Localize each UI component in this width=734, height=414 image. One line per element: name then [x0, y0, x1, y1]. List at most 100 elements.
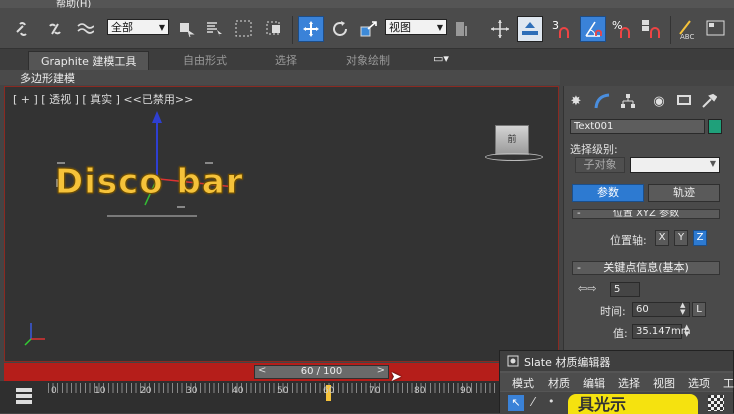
rollout-key-info[interactable]: - 关键点信息(基本)	[572, 261, 720, 275]
tab-object-paint[interactable]: 对象绘制	[346, 52, 390, 68]
tick-label: 90	[460, 386, 472, 396]
tick-label: 0	[51, 386, 57, 396]
object-color-swatch[interactable]	[708, 119, 722, 134]
selection-filter-value: 全部	[111, 21, 133, 34]
slate-menu-tools[interactable]: 工	[723, 375, 734, 391]
viewcube[interactable]: 前	[485, 117, 555, 161]
value-spinner[interactable]: ▲ ▼	[684, 324, 689, 338]
slate-menu-material[interactable]: 材质	[548, 375, 570, 391]
tick-label: 20	[140, 386, 152, 396]
motion-tab-icon[interactable]: ◉	[650, 92, 668, 110]
tab-polygon-modeling[interactable]: 多边形建模	[20, 70, 75, 86]
move-icon[interactable]	[298, 16, 324, 42]
time-spinner[interactable]: ▲ ▼	[680, 302, 685, 316]
rollout-collapse-icon: -	[577, 261, 581, 274]
sub-object-select[interactable]: ▼	[630, 157, 720, 173]
snap-3-icon[interactable]: 3	[550, 18, 572, 40]
tick-label: 60	[323, 386, 335, 396]
slate-menu-bar: 模式 材质 编辑 选择 视图 选项 工	[500, 373, 734, 391]
rotate-icon[interactable]	[329, 18, 351, 40]
display-tab-icon[interactable]	[675, 92, 693, 110]
svg-text:3: 3	[552, 19, 559, 32]
time-slider-value: 60 / 100	[300, 366, 343, 377]
utilities-tab-icon[interactable]	[700, 92, 718, 110]
slate-dot-icon[interactable]: •	[548, 395, 555, 408]
key-index-field[interactable]: 5	[610, 282, 640, 297]
slate-menu-edit[interactable]: 编辑	[583, 375, 605, 391]
slate-select-icon[interactable]: ↖	[508, 395, 524, 411]
time-next-button[interactable]: >	[377, 365, 385, 376]
axis-z-button[interactable]: Z	[693, 230, 707, 246]
chevron-down-icon: ▼	[158, 23, 165, 32]
axis-tripod-icon	[24, 323, 45, 346]
slate-app-icon	[507, 355, 519, 367]
tick-label: 80	[414, 386, 426, 396]
axis-x-button[interactable]: X	[655, 230, 669, 246]
unlink-icon[interactable]	[44, 18, 66, 40]
parameters-tab-button[interactable]: 参数	[572, 184, 644, 202]
svg-text:ABC: ABC	[680, 33, 694, 40]
value-field[interactable]: 35.147mm	[632, 324, 690, 339]
slate-material-editor-window[interactable]: Slate 材质编辑器 模式 材质 编辑 选择 视图 选项 工 ↖ ⁄ • 具光…	[499, 350, 734, 414]
angle-snap-icon[interactable]	[580, 16, 606, 42]
bind-spacewarp-icon[interactable]	[74, 18, 96, 40]
edit-named-selections-icon[interactable]: ABC	[676, 18, 698, 40]
layer-manager-icon[interactable]	[517, 16, 543, 42]
select-object-icon[interactable]	[175, 18, 197, 40]
trajectories-tab-button[interactable]: 轨迹	[648, 184, 720, 202]
slate-material-preview[interactable]: 具光示	[568, 394, 698, 414]
rollout-collapse-icon: -	[577, 209, 581, 219]
rollout-position-xyz-label: 位置 XYZ 参数	[612, 209, 680, 219]
rollout-key-info-label: 关键点信息(基本)	[603, 261, 689, 274]
tick-label: 10	[94, 386, 106, 396]
tick-label: 40	[232, 386, 244, 396]
slate-menu-mode[interactable]: 模式	[512, 375, 534, 391]
link-icon[interactable]	[12, 18, 34, 40]
slate-checker-icon[interactable]	[708, 395, 724, 411]
chevron-down-icon: ▼	[709, 159, 716, 168]
ribbon-options-icon[interactable]: ▭▾	[433, 52, 449, 65]
named-selection-icon[interactable]	[451, 18, 473, 40]
create-tab-icon[interactable]: ✸	[567, 92, 585, 110]
tab-graphite-modeling[interactable]: Graphite 建模工具	[28, 51, 150, 71]
tab-selection[interactable]: 选择	[275, 52, 297, 68]
text-shadow-line	[107, 215, 197, 217]
slate-title-bar[interactable]: Slate 材质编辑器	[500, 351, 733, 371]
tab-freeform[interactable]: 自由形式	[183, 52, 227, 68]
axis-y-button[interactable]: Y	[674, 230, 688, 246]
slate-menu-options[interactable]: 选项	[688, 375, 710, 391]
track-view-icon[interactable]	[14, 386, 36, 406]
align-icon[interactable]	[489, 18, 511, 40]
selection-filter-select[interactable]: 全部 ▼	[107, 19, 169, 35]
window-crossing-icon[interactable]	[263, 18, 285, 40]
lock-key-button[interactable]: L	[692, 302, 706, 317]
object-name-field[interactable]: Text001	[570, 119, 705, 134]
time-slider[interactable]: < 60 / 100 >	[254, 365, 389, 379]
viewcube-ring[interactable]	[485, 153, 543, 161]
timeline-ticks	[48, 383, 500, 393]
slate-menu-select[interactable]: 选择	[618, 375, 640, 391]
rect-selection-icon[interactable]	[233, 18, 255, 40]
spinner-snap-icon[interactable]	[640, 18, 662, 40]
key-prev-next-arrows[interactable]: ⇦⇨	[578, 282, 606, 295]
time-label: 时间:	[600, 305, 626, 318]
slate-menu-view[interactable]: 视图	[653, 375, 675, 391]
sub-object-button[interactable]: 子对象	[575, 157, 625, 173]
percent-snap-icon[interactable]: %	[611, 18, 633, 40]
select-by-name-icon[interactable]	[203, 18, 225, 40]
rollout-position-xyz[interactable]: - 位置 XYZ 参数	[572, 209, 720, 219]
mirror-icon[interactable]	[705, 18, 727, 40]
ribbon-subpanel: 多边形建模	[0, 70, 560, 85]
viewport-label[interactable]: [ + ] [ 透视 ] [ 真实 ] <<已禁用>>	[13, 91, 193, 107]
slate-picker-icon[interactable]: ⁄	[532, 395, 534, 409]
hierarchy-tab-icon[interactable]	[619, 92, 637, 110]
perspective-viewport[interactable]: [ + ] [ 透视 ] [ 真实 ] <<已禁用>> Disco bar 前	[4, 86, 559, 362]
toolbar-separator	[292, 16, 293, 44]
menu-help[interactable]: 帮助(H)	[56, 0, 91, 8]
disco-bar-text-object[interactable]: Disco bar	[55, 162, 244, 203]
reference-coord-select[interactable]: 视图 ▼	[385, 19, 447, 35]
modify-tab-icon[interactable]	[593, 92, 611, 110]
scale-icon[interactable]	[358, 18, 380, 40]
main-toolbar: 全部 ▼ 视图 ▼ 3 % ABC	[0, 8, 734, 49]
viewcube-front-face[interactable]: 前	[495, 125, 529, 155]
